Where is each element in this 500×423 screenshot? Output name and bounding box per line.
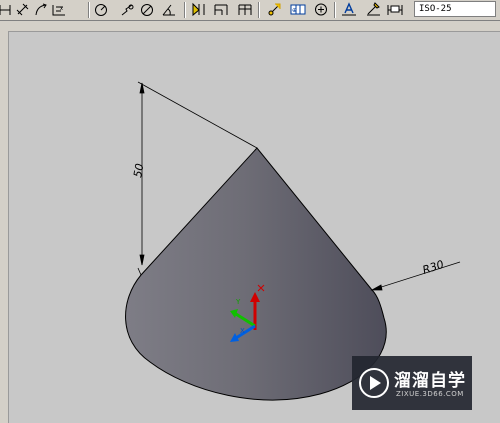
cone-solid[interactable] xyxy=(125,147,387,401)
ucs-y-label: Y xyxy=(235,298,241,306)
height-arrow-top xyxy=(139,82,145,94)
height-arrow-bottom xyxy=(139,254,145,266)
radius-dimension-text: R30 xyxy=(421,258,446,277)
watermark-title: 溜溜自学 xyxy=(394,371,466,391)
radius-arrow xyxy=(370,284,383,291)
radius-dimension[interactable] xyxy=(370,261,461,291)
height-extension-line-top xyxy=(137,81,258,149)
play-logo-icon xyxy=(359,368,389,398)
ucs-x-label: X xyxy=(240,327,245,335)
height-extension-line-bottom xyxy=(137,267,142,276)
radius-leader-line xyxy=(371,261,461,291)
height-dimension-text: 50 xyxy=(131,162,146,178)
watermark-badge: 溜溜自学 ZIXUE.3D66.COM xyxy=(352,356,472,410)
watermark-subtitle: ZIXUE.3D66.COM xyxy=(396,390,464,398)
